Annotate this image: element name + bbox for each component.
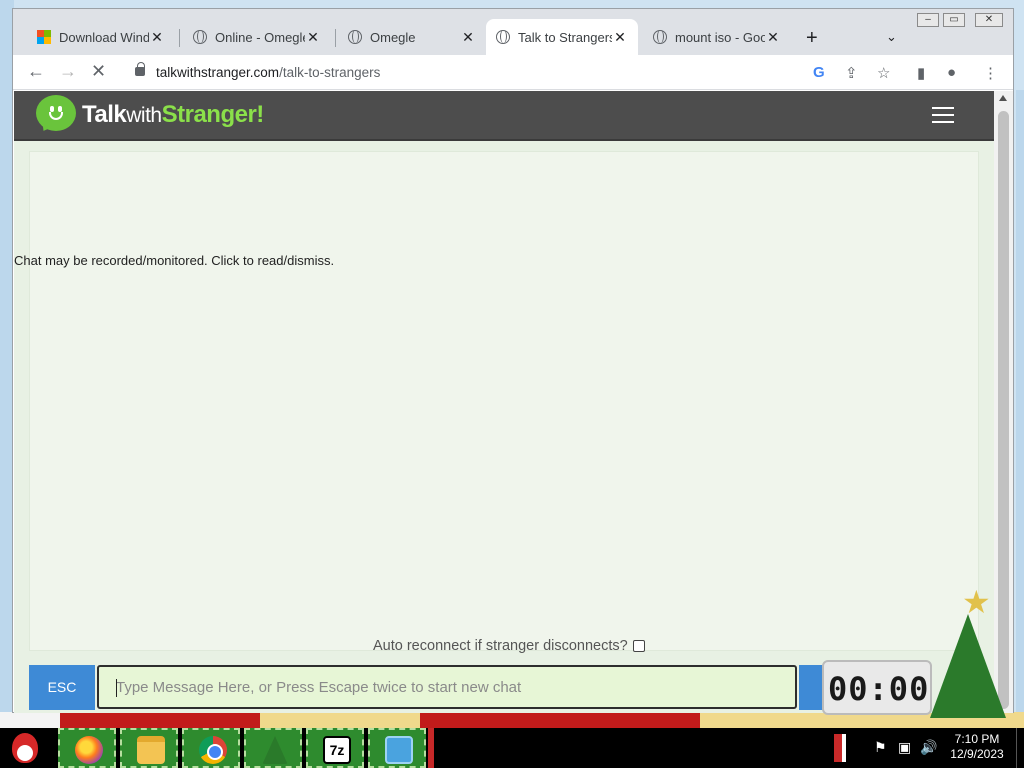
- start-button[interactable]: [2, 729, 48, 767]
- action-center-icon[interactable]: ⚑: [874, 739, 887, 756]
- menu-kebab-icon[interactable]: ⋮: [983, 64, 998, 82]
- clock-date: 12/9/2023: [950, 747, 1004, 761]
- url-path: /talk-to-strangers: [279, 65, 381, 80]
- taskbar-divider: [428, 728, 434, 768]
- auto-reconnect-checkbox[interactable]: [632, 640, 645, 652]
- globe-icon: [348, 30, 362, 44]
- url-domain: talkwithstranger.com: [156, 65, 280, 80]
- tab-omegle[interactable]: Omegle ✕: [338, 19, 486, 55]
- globe-icon: [193, 30, 207, 44]
- stop-loading-icon[interactable]: ✕: [91, 61, 106, 82]
- minimize-button[interactable]: –: [917, 13, 939, 27]
- browser-window: Download Windows ✕ Online - Omegle ✕ Ome…: [12, 8, 1014, 713]
- christmas-tree-gadget-icon: ★: [922, 586, 1014, 726]
- tab-label: Omegle: [370, 29, 416, 45]
- windows-logo-icon: [37, 30, 51, 44]
- xmas-tree-icon: [262, 736, 288, 764]
- file-explorer-icon: [137, 736, 165, 764]
- auto-reconnect-label: Auto reconnect if stranger disconnects?: [373, 638, 628, 654]
- site-header: TalkwithStranger!: [14, 91, 994, 141]
- chrome-icon: [199, 736, 227, 764]
- taskbar-chrome[interactable]: [182, 728, 240, 768]
- taskbar-network[interactable]: [368, 728, 426, 768]
- page-viewport: TalkwithStranger! Chat may be recorded/m…: [14, 91, 994, 713]
- globe-icon: [496, 30, 510, 44]
- close-icon[interactable]: ✕: [149, 29, 165, 46]
- network-icon: [385, 736, 413, 764]
- taskbar-firefox[interactable]: [58, 728, 116, 768]
- esc-button[interactable]: ESC: [29, 665, 95, 710]
- url-text[interactable]: talkwithstranger.com/talk-to-strangers: [156, 65, 380, 80]
- lock-icon[interactable]: [135, 62, 145, 76]
- system-clock[interactable]: 7:10 PM 12/9/2023: [946, 732, 1008, 762]
- taskbar: 7z ⚑ ▣ 🔊 7:10 PM 12/9/2023: [0, 728, 1024, 768]
- countdown-clock-gadget[interactable]: 00:00: [822, 660, 932, 715]
- chat-log: [29, 151, 979, 651]
- tab-label: Download Windows: [59, 29, 149, 45]
- tab-download-windows[interactable]: Download Windows ✕: [27, 19, 175, 55]
- message-input[interactable]: [116, 678, 778, 696]
- globe-icon: [653, 30, 667, 44]
- recording-notice[interactable]: Chat may be recorded/monitored. Click to…: [14, 253, 334, 268]
- taskbar-file-explorer[interactable]: [120, 728, 178, 768]
- network-tray-icon[interactable]: ▣: [898, 739, 911, 756]
- maximize-button[interactable]: ▭: [943, 13, 965, 27]
- bookmark-star-icon[interactable]: ☆: [877, 64, 890, 82]
- firefox-icon: [75, 736, 103, 764]
- tab-search-chevron-icon[interactable]: ⌄: [886, 29, 897, 45]
- close-icon[interactable]: ✕: [612, 29, 628, 46]
- tab-separator: [335, 29, 336, 47]
- taskbar-7zip[interactable]: 7z: [306, 728, 364, 768]
- taskbar-xmas-tree[interactable]: [244, 728, 302, 768]
- tab-talk-to-strangers[interactable]: Talk to Strangers ✕: [486, 19, 638, 55]
- back-arrow-icon[interactable]: ←: [27, 61, 45, 82]
- tab-separator: [179, 29, 180, 47]
- tab-online-omegle[interactable]: Online - Omegle ✕: [183, 19, 331, 55]
- show-desktop-button[interactable]: [1016, 728, 1024, 768]
- message-box[interactable]: [97, 665, 797, 709]
- auto-reconnect-option[interactable]: Auto reconnect if stranger disconnects?: [373, 638, 645, 654]
- side-panel-icon[interactable]: ▮: [917, 64, 925, 82]
- smiley-logo-icon[interactable]: [36, 95, 76, 131]
- tab-label: mount iso - Google: [675, 29, 765, 45]
- new-tab-button[interactable]: +: [806, 27, 818, 50]
- tab-label: Talk to Strangers: [518, 29, 612, 45]
- site-logo[interactable]: TalkwithStranger!: [82, 101, 264, 129]
- logo-word-with: with: [126, 104, 162, 127]
- browser-toolbar: ← → ✕ talkwithstranger.com/talk-to-stran…: [13, 55, 1013, 90]
- address-bar[interactable]: talkwithstranger.com/talk-to-strangers: [123, 59, 903, 87]
- tab-strip: Download Windows ✕ Online - Omegle ✕ Ome…: [13, 9, 1013, 55]
- window-close-button[interactable]: ✕: [975, 13, 1003, 27]
- google-lens-icon[interactable]: G: [813, 64, 825, 81]
- scroll-up-arrow-icon[interactable]: [999, 95, 1007, 101]
- forward-arrow-icon[interactable]: →: [59, 61, 77, 82]
- clock-time: 7:10 PM: [954, 732, 1000, 746]
- hamburger-menu-icon[interactable]: [932, 107, 954, 123]
- close-icon[interactable]: ✕: [460, 29, 476, 46]
- tab-label: Online - Omegle: [215, 29, 305, 45]
- tab-mount-iso[interactable]: mount iso - Google ✕: [643, 19, 791, 55]
- close-icon[interactable]: ✕: [765, 29, 781, 46]
- logo-word-talk: Talk: [82, 101, 127, 128]
- share-icon[interactable]: ⇪: [845, 64, 858, 82]
- notification-flag-icon[interactable]: [834, 734, 846, 762]
- close-icon[interactable]: ✕: [305, 29, 321, 46]
- profile-avatar-icon[interactable]: ●: [947, 64, 956, 81]
- desktop-background-right: [1016, 90, 1024, 720]
- volume-icon[interactable]: 🔊: [920, 739, 937, 756]
- star-icon: ★: [962, 584, 991, 620]
- text-caret: [116, 679, 117, 697]
- 7zip-icon: 7z: [323, 736, 351, 764]
- clock-digits: 00:00: [828, 670, 930, 708]
- santa-start-icon: [12, 733, 38, 763]
- logo-word-stranger: Stranger!: [161, 101, 265, 128]
